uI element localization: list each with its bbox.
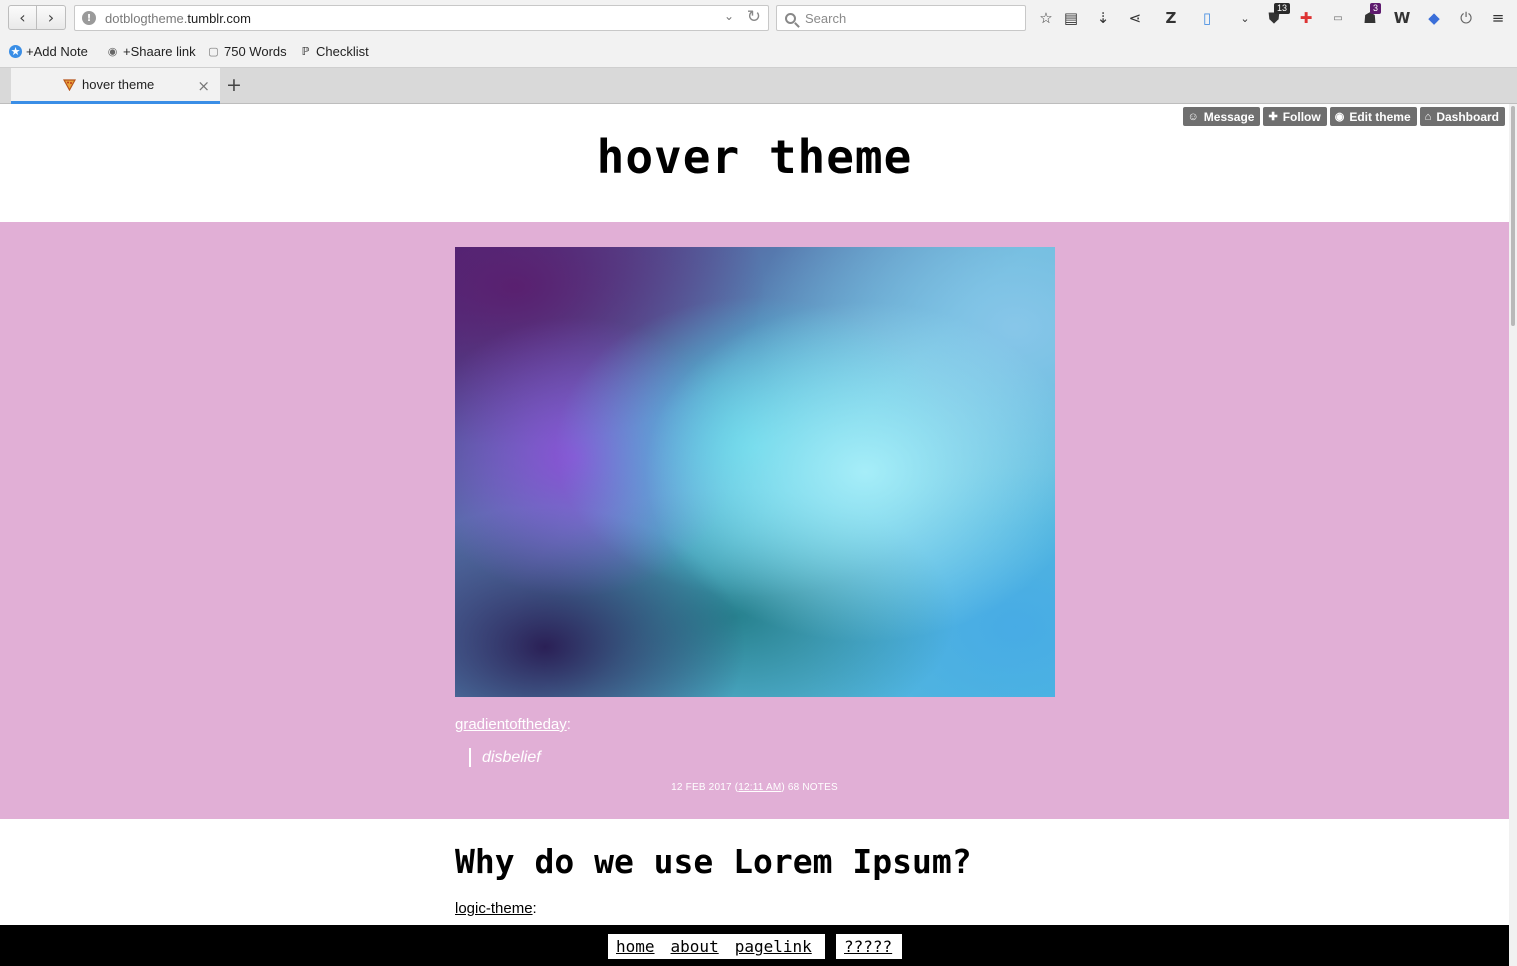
- scrollbar[interactable]: [1509, 104, 1517, 966]
- new-tab-button[interactable]: +: [226, 74, 242, 96]
- close-icon[interactable]: ×: [197, 77, 210, 95]
- ublock-icon[interactable]: ⛊ 13: [1265, 3, 1291, 28]
- nav-links: home about pagelink: [608, 934, 825, 959]
- bookmark-add-note[interactable]: ★ +Add Note: [9, 44, 88, 59]
- notes-count[interactable]: 68 NOTES: [788, 782, 838, 793]
- health-cross-icon[interactable]: ✚: [1297, 8, 1315, 28]
- reading-list-icon[interactable]: ▤: [1062, 8, 1080, 28]
- source-link[interactable]: gradientoftheday: [455, 716, 567, 733]
- chevron-down-icon[interactable]: ⌄: [724, 9, 734, 23]
- home-icon: ⌂: [1424, 110, 1432, 123]
- source-link[interactable]: logic-theme: [455, 900, 533, 917]
- photo-post: gradientoftheday: disbelief 12 FEB 2017 …: [0, 222, 1509, 819]
- document-icon[interactable]: ▯: [1198, 8, 1216, 28]
- diamond-icon[interactable]: ◆: [1425, 8, 1443, 28]
- edit-theme-button[interactable]: ◉ Edit theme: [1329, 107, 1417, 126]
- w-extension-icon[interactable]: W: [1393, 8, 1411, 28]
- star-badge-icon: ★: [9, 45, 22, 58]
- post-source: logic-theme:: [455, 900, 537, 917]
- tumblr-controls: ☺ Message ✚ Follow ◉ Edit theme ⌂ Dashboard: [1182, 107, 1505, 126]
- pizza-favicon-icon: [63, 79, 76, 91]
- ghost-icon[interactable]: ☗ 3: [1361, 3, 1382, 28]
- message-button[interactable]: ☺ Message: [1182, 107, 1261, 126]
- nav-link-pagelink[interactable]: pagelink: [735, 937, 812, 956]
- search-input[interactable]: Search: [776, 5, 1026, 31]
- tab-hover-theme[interactable]: hover theme ×: [11, 68, 220, 104]
- globe-icon: ◉: [107, 46, 118, 58]
- nav-link-home[interactable]: home: [616, 937, 655, 956]
- dashboard-button[interactable]: ⌂ Dashboard: [1419, 107, 1505, 126]
- post-title: Why do we use Lorem Ipsum?: [455, 842, 972, 881]
- scroll-thumb[interactable]: [1511, 106, 1515, 326]
- bookmark-checklist[interactable]: ℙ Checklist: [299, 44, 369, 59]
- search-icon: [785, 12, 796, 24]
- download-icon[interactable]: ⇣: [1094, 8, 1112, 28]
- zotero-icon[interactable]: Z: [1162, 8, 1180, 28]
- post-meta: 12 FEB 2017 (12:11 AM) 68 NOTES: [671, 782, 838, 793]
- forward-button[interactable]: ›: [37, 5, 66, 30]
- eye-icon: ◉: [1334, 111, 1345, 123]
- url-bar[interactable]: ! dotblogtheme.tumblr.com ⌄ ↻: [74, 5, 769, 31]
- search-placeholder: Search: [805, 10, 847, 26]
- web-page: ☺ Message ✚ Follow ◉ Edit theme ⌂ Dashboard …: [0, 104, 1509, 966]
- chevron-right-icon: ›: [47, 8, 55, 27]
- nav-link-extra[interactable]: ?????: [844, 937, 892, 956]
- blog-title[interactable]: hover theme: [0, 130, 1509, 184]
- badge-count: 3: [1370, 3, 1382, 14]
- bookmark-shaare-link[interactable]: ◉ +Shaare link: [106, 44, 196, 59]
- follow-button[interactable]: ✚ Follow: [1263, 107, 1327, 126]
- power-icon[interactable]: ⏻: [1457, 8, 1475, 28]
- smiley-icon: ☺: [1187, 110, 1199, 123]
- badge-count: 13: [1274, 3, 1291, 14]
- navigation-toolbar: ‹ › ! dotblogtheme.tumblr.com ⌄ ↻ Search…: [0, 0, 1517, 36]
- menu-icon[interactable]: ≡: [1489, 8, 1507, 28]
- post-quote: disbelief: [469, 748, 541, 767]
- bookmark-star-icon[interactable]: ☆: [1037, 8, 1055, 28]
- overflow-chevron-icon[interactable]: ⌄: [1236, 8, 1254, 28]
- share-icon[interactable]: ⋖: [1126, 8, 1144, 28]
- reload-icon[interactable]: ↻: [747, 7, 761, 27]
- site-info-icon[interactable]: !: [82, 11, 96, 25]
- back-button[interactable]: ‹: [8, 5, 37, 30]
- pinboard-icon: ℙ: [301, 46, 310, 58]
- chevron-left-icon: ‹: [19, 8, 26, 27]
- tab-title: hover theme: [82, 77, 155, 92]
- nav-extra: ?????: [836, 934, 902, 959]
- tab-bar: hover theme × +: [0, 68, 1517, 104]
- post-source: gradientoftheday:: [455, 716, 571, 733]
- bookmarks-toolbar: ★ +Add Note ◉ +Shaare link ▢ 750 Words ℙ…: [0, 36, 1517, 68]
- gradient-image[interactable]: [455, 247, 1055, 697]
- permalink-time[interactable]: 12:11 AM: [738, 782, 781, 793]
- bookmark-750-words[interactable]: ▢ 750 Words: [207, 44, 286, 59]
- nav-link-about[interactable]: about: [671, 937, 719, 956]
- url-text: dotblogtheme.tumblr.com: [105, 10, 251, 26]
- footer-nav: home about pagelink ?????: [0, 925, 1509, 966]
- page-icon: ▢: [208, 46, 219, 58]
- css-icon[interactable]: ▭: [1329, 8, 1347, 28]
- plus-icon: ✚: [1268, 111, 1278, 123]
